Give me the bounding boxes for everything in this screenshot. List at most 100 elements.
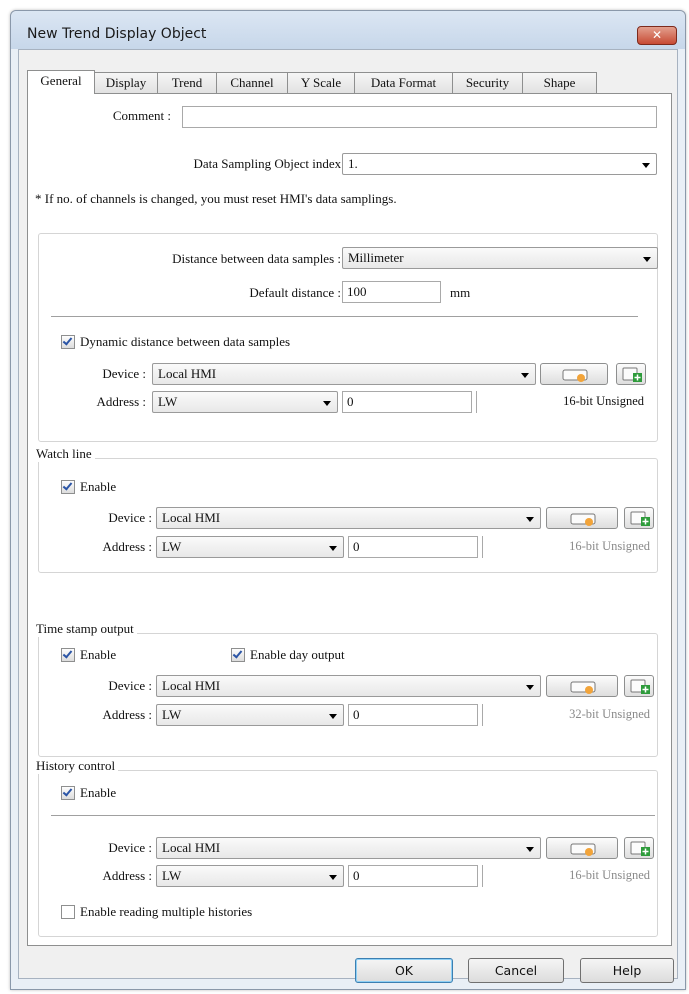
tab-channel[interactable]: Channel: [216, 72, 288, 93]
checkmark-icon: [62, 335, 73, 346]
time-stamp-device-label: Device :: [108, 678, 152, 693]
tab-security[interactable]: Security: [452, 72, 523, 93]
distance-unit-value: Millimeter: [348, 250, 404, 265]
tab-y-scale[interactable]: Y Scale: [287, 72, 355, 93]
chevron-down-icon: [329, 714, 337, 719]
tab-general[interactable]: General: [27, 70, 95, 94]
watch-line-address-type-value: LW: [162, 539, 182, 554]
history-address-input[interactable]: 0: [348, 865, 478, 887]
time-stamp-enable-checkbox[interactable]: [61, 648, 75, 662]
tab-data-format[interactable]: Data Format: [354, 72, 453, 93]
watch-line-address-input[interactable]: 0: [348, 536, 478, 558]
history-device-settings-button[interactable]: [546, 837, 618, 859]
sampling-index-label: Data Sampling Object index :: [193, 156, 348, 171]
tab-display[interactable]: Display: [94, 72, 158, 93]
multiple-histories-checkbox[interactable]: [61, 905, 75, 919]
checkmark-icon: [62, 480, 73, 491]
distance-data-type: 16-bit Unsigned: [476, 391, 646, 413]
distance-add-device-button[interactable]: [616, 363, 646, 385]
watch-line-title: Watch line: [33, 446, 95, 462]
enable-day-output-label: Enable day output: [250, 647, 345, 662]
history-add-device-button[interactable]: [624, 837, 654, 859]
distance-device-label: Device :: [102, 366, 146, 381]
distance-address-type-value: LW: [158, 394, 178, 409]
history-address-type-select[interactable]: LW: [156, 865, 344, 887]
add-device-icon: [622, 367, 642, 382]
chevron-down-icon: [642, 163, 650, 168]
distance-address-type-select[interactable]: LW: [152, 391, 338, 413]
watch-line-address-label: Address :: [102, 539, 152, 554]
title-bar: New Trend Display Object ✕: [11, 11, 685, 49]
cancel-button[interactable]: Cancel: [468, 958, 564, 983]
device-settings-icon: [570, 681, 596, 694]
help-button[interactable]: Help: [580, 958, 674, 983]
sampling-index-select[interactable]: 1.: [342, 153, 657, 175]
default-distance-input[interactable]: 100: [342, 281, 441, 303]
add-device-icon: [630, 679, 650, 694]
watch-line-device-select[interactable]: Local HMI: [156, 507, 541, 529]
distance-divider: [51, 316, 638, 318]
time-stamp-address-type-select[interactable]: LW: [156, 704, 344, 726]
close-icon: ✕: [651, 28, 663, 42]
watch-line-enable-label: Enable: [80, 479, 117, 494]
time-stamp-add-device-button[interactable]: [624, 675, 654, 697]
distance-address-input[interactable]: 0: [342, 391, 472, 413]
history-address-type-value: LW: [162, 868, 182, 883]
enable-day-output-checkbox[interactable]: [231, 648, 245, 662]
device-settings-icon: [570, 843, 596, 856]
time-stamp-address-label: Address :: [102, 707, 152, 722]
chevron-down-icon: [329, 546, 337, 551]
history-divider: [51, 815, 655, 817]
distance-device-value: Local HMI: [158, 366, 217, 381]
time-stamp-title: Time stamp output: [33, 621, 137, 637]
general-tab-page: Comment : Data Sampling Object index : 1…: [27, 93, 672, 946]
multiple-histories-label: Enable reading multiple histories: [80, 904, 253, 919]
distance-unit-label: mm: [450, 285, 471, 300]
default-distance-label: Default distance :: [249, 285, 341, 300]
chevron-down-icon: [323, 401, 331, 406]
close-button[interactable]: ✕: [637, 26, 677, 45]
checkmark-icon: [232, 648, 243, 659]
comment-input[interactable]: [182, 106, 657, 128]
device-settings-icon: [570, 513, 596, 526]
channels-note: * If no. of channels is changed, you mus…: [35, 191, 397, 206]
watch-line-device-value: Local HMI: [162, 510, 221, 525]
watch-line-add-device-button[interactable]: [624, 507, 654, 529]
tab-shape[interactable]: Shape: [522, 72, 597, 93]
distance-device-select[interactable]: Local HMI: [152, 363, 536, 385]
time-stamp-address-type-value: LW: [162, 707, 182, 722]
watch-line-data-type: 16-bit Unsigned: [482, 536, 652, 558]
time-stamp-device-select[interactable]: Local HMI: [156, 675, 541, 697]
time-stamp-device-settings-button[interactable]: [546, 675, 618, 697]
chevron-down-icon: [643, 257, 651, 262]
chevron-down-icon: [526, 847, 534, 852]
distance-label: Distance between data samples :: [172, 251, 341, 266]
history-control-title: History control: [33, 758, 119, 774]
tab-trend[interactable]: Trend: [157, 72, 217, 93]
window-title: New Trend Display Object: [27, 26, 207, 42]
distance-unit-select[interactable]: Millimeter: [342, 247, 658, 269]
ok-button[interactable]: OK: [355, 958, 453, 983]
history-data-type: 16-bit Unsigned: [482, 865, 652, 887]
time-stamp-address-input[interactable]: 0: [348, 704, 478, 726]
chevron-down-icon: [521, 373, 529, 378]
dynamic-distance-checkbox[interactable]: [61, 335, 75, 349]
chevron-down-icon: [526, 517, 534, 522]
checkmark-icon: [62, 648, 73, 659]
chevron-down-icon: [329, 875, 337, 880]
time-stamp-device-value: Local HMI: [162, 678, 221, 693]
watch-line-address-type-select[interactable]: LW: [156, 536, 344, 558]
history-device-select[interactable]: Local HMI: [156, 837, 541, 859]
chevron-down-icon: [526, 685, 534, 690]
dynamic-distance-label: Dynamic distance between data samples: [80, 334, 291, 349]
add-device-icon: [630, 841, 650, 856]
time-stamp-enable-label: Enable: [80, 647, 117, 662]
distance-device-settings-button[interactable]: [540, 363, 608, 385]
history-enable-checkbox[interactable]: [61, 786, 75, 800]
watch-line-device-settings-button[interactable]: [546, 507, 618, 529]
dialog-window: New Trend Display Object ✕ General Displ…: [10, 10, 686, 990]
history-address-label: Address :: [102, 868, 152, 883]
sampling-index-value: 1.: [348, 156, 358, 171]
distance-address-label: Address :: [96, 394, 146, 409]
watch-line-enable-checkbox[interactable]: [61, 480, 75, 494]
